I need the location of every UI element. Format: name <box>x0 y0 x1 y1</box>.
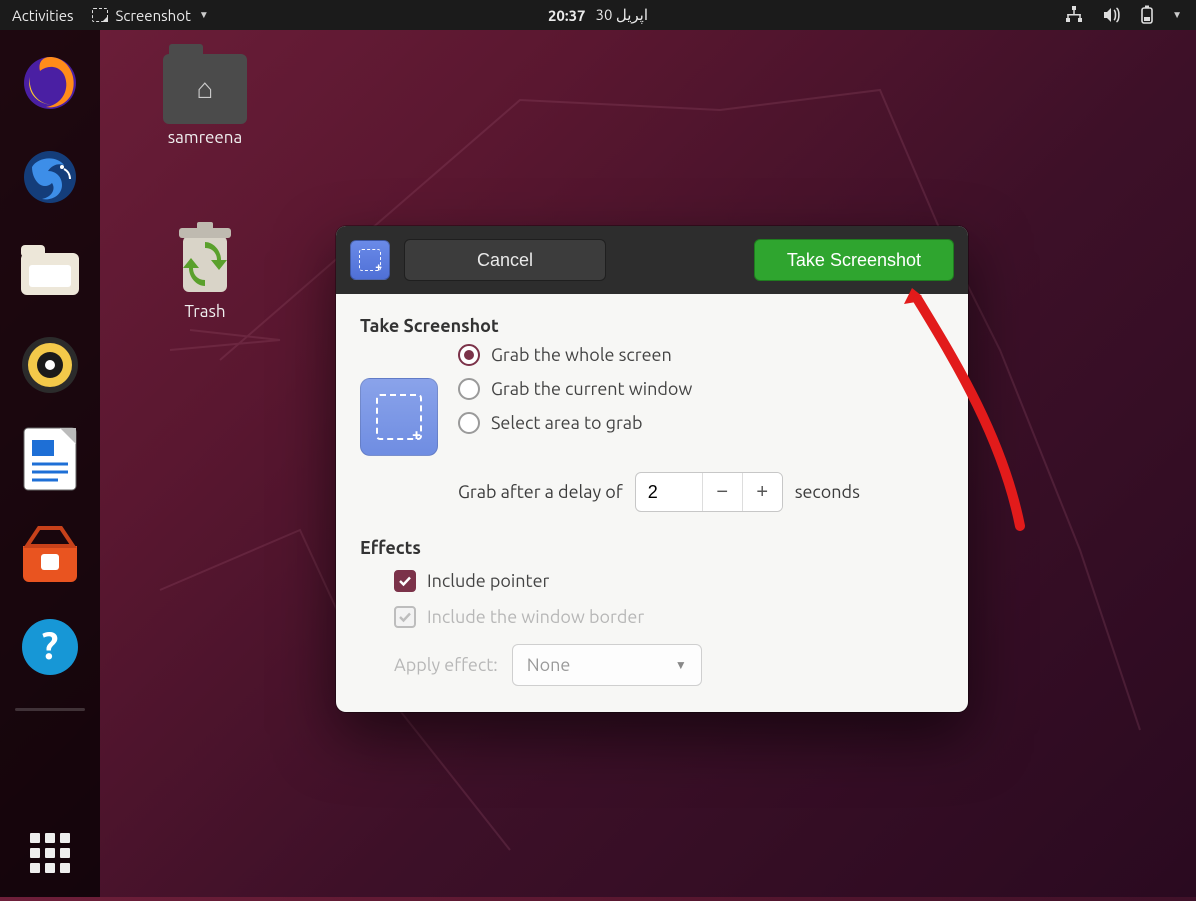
clock-time: 20:37 <box>548 7 586 24</box>
app-menu-label: Screenshot <box>116 7 191 24</box>
home-folder[interactable]: ⌂ samreena <box>150 54 260 147</box>
battery-icon[interactable] <box>1140 5 1154 25</box>
trash[interactable]: Trash <box>150 222 260 321</box>
system-menu-chevron-icon[interactable]: ▼ <box>1172 9 1182 21</box>
delay-prefix-label: Grab after a delay of <box>458 482 623 502</box>
dock-firefox[interactable] <box>17 50 83 116</box>
screenshot-app-icon <box>350 240 390 280</box>
check-pointer-label: Include pointer <box>427 571 549 591</box>
radio-current-window[interactable]: Grab the current window <box>458 378 944 400</box>
svg-text:?: ? <box>42 625 59 667</box>
network-icon[interactable] <box>1064 6 1084 24</box>
checkbox-icon <box>394 606 416 628</box>
section-effects: Effects <box>360 538 944 558</box>
screenshot-icon <box>92 8 108 22</box>
take-screenshot-button[interactable]: Take Screenshot <box>754 239 954 281</box>
dock-libreoffice-writer[interactable] <box>17 426 83 492</box>
top-bar: Activities Screenshot ▼ 20:37 اپریل 30 ▼ <box>0 0 1196 30</box>
trash-label: Trash <box>150 302 260 321</box>
check-include-border: Include the window border <box>394 606 944 628</box>
dock: ? <box>0 30 100 897</box>
screenshot-dialog: Cancel Take Screenshot Take Screenshot G… <box>336 226 968 712</box>
dock-files[interactable] <box>17 238 83 304</box>
radio-icon <box>458 378 480 400</box>
check-border-label: Include the window border <box>427 607 644 627</box>
radio-icon <box>458 344 480 366</box>
capture-preview-icon <box>360 378 438 456</box>
radio-select-area[interactable]: Select area to grab <box>458 412 944 434</box>
delay-decrement-button[interactable]: − <box>702 473 742 511</box>
delay-spinbutton[interactable]: − + <box>635 472 783 512</box>
dock-separator <box>15 708 85 711</box>
checkbox-icon <box>394 570 416 592</box>
dock-rhythmbox[interactable] <box>17 332 83 398</box>
dock-ubuntu-software[interactable] <box>17 520 83 586</box>
dock-help[interactable]: ? <box>17 614 83 680</box>
chevron-down-icon: ▼ <box>199 9 209 21</box>
activities-button[interactable]: Activities <box>12 7 74 24</box>
radio-whole-label: Grab the whole screen <box>491 345 672 365</box>
dialog-header[interactable]: Cancel Take Screenshot <box>336 226 968 294</box>
cancel-button[interactable]: Cancel <box>404 239 606 281</box>
radio-whole-screen[interactable]: Grab the whole screen <box>458 344 944 366</box>
app-menu[interactable]: Screenshot ▼ <box>92 7 209 24</box>
delay-suffix-label: seconds <box>795 482 860 502</box>
delay-input[interactable] <box>636 482 702 503</box>
radio-window-label: Grab the current window <box>491 379 692 399</box>
apply-effect-label: Apply effect: <box>394 655 498 675</box>
volume-icon[interactable] <box>1102 6 1122 24</box>
apply-effect-select: None ▼ <box>512 644 702 686</box>
chevron-down-icon: ▼ <box>675 658 687 672</box>
clock-date: اپریل 30 <box>596 6 649 24</box>
clock[interactable]: 20:37 اپریل 30 <box>548 6 648 24</box>
apply-effect-value: None <box>527 655 571 675</box>
check-include-pointer[interactable]: Include pointer <box>394 570 944 592</box>
delay-increment-button[interactable]: + <box>742 473 782 511</box>
home-folder-label: samreena <box>150 128 260 147</box>
radio-icon <box>458 412 480 434</box>
show-applications-button[interactable] <box>30 833 70 873</box>
radio-area-label: Select area to grab <box>491 413 643 433</box>
section-take-screenshot: Take Screenshot <box>360 316 944 336</box>
dock-thunderbird[interactable] <box>17 144 83 210</box>
